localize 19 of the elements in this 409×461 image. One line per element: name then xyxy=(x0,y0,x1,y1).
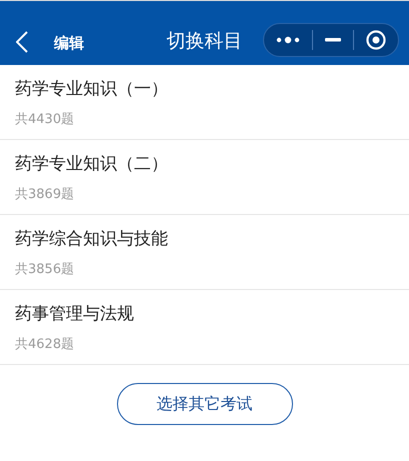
close-icon[interactable] xyxy=(366,30,386,50)
back-icon[interactable] xyxy=(16,31,28,53)
subject-item[interactable]: 药学专业知识（二） 共3869题 xyxy=(0,140,409,215)
question-count: 共3856题 xyxy=(15,260,76,278)
edit-link[interactable]: 编辑 xyxy=(54,34,84,53)
minimize-icon[interactable] xyxy=(325,38,341,42)
subject-name: 药事管理与法规 xyxy=(15,302,135,324)
subject-name: 药学专业知识（一） xyxy=(15,78,169,100)
subject-item[interactable]: 药学综合知识与技能 共3856题 xyxy=(0,215,409,290)
question-count: 共4430题 xyxy=(15,110,76,128)
subject-item[interactable]: 药学专业知识（一） 共4430题 xyxy=(0,65,409,140)
subject-name: 药学综合知识与技能 xyxy=(15,228,169,250)
subject-name: 药学专业知识（二） xyxy=(15,152,169,174)
subject-item[interactable]: 药事管理与法规 共4628题 xyxy=(0,290,409,365)
more-icon[interactable] xyxy=(276,36,300,44)
other-exam-button[interactable]: 选择其它考试 xyxy=(116,383,292,425)
page-title: 切换科目 xyxy=(166,29,242,54)
question-count: 共4628题 xyxy=(15,336,76,352)
question-count: 共3869题 xyxy=(15,186,76,202)
